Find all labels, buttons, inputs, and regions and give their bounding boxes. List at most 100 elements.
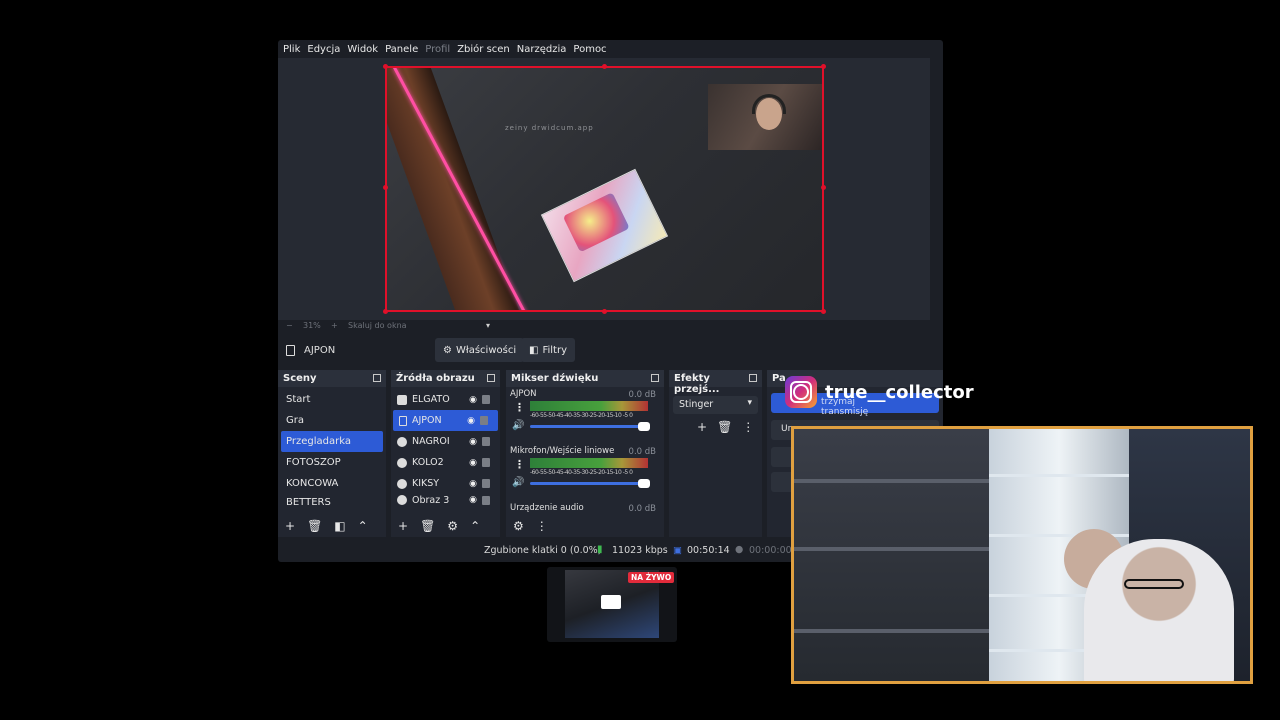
resize-handle[interactable]: [602, 64, 607, 69]
source-item[interactable]: NAGROI ◉: [391, 431, 500, 452]
stream-thumbnail[interactable]: NA ŻYWO: [547, 567, 677, 642]
mixer-title: Mikser dźwięku: [506, 370, 664, 387]
instagram-handle: true__collector: [825, 381, 974, 403]
lock-icon[interactable]: [482, 458, 490, 467]
filters-button[interactable]: ◧ Filtry: [521, 338, 575, 362]
source-item[interactable]: Obraz 3 ◉: [391, 494, 500, 506]
source-label: ELGATO: [412, 394, 450, 405]
properties-button[interactable]: ⚙ Właściwości: [435, 338, 525, 362]
trash-icon[interactable]: 🗑: [420, 519, 435, 533]
chevron-up-icon[interactable]: ⌃: [358, 519, 368, 533]
source-label: Obraz 3: [412, 494, 450, 506]
resize-handle[interactable]: [383, 309, 388, 314]
eye-icon[interactable]: ◉: [469, 458, 477, 468]
source-label: KOLO2: [412, 457, 444, 468]
chevron-up-icon[interactable]: ⌃: [470, 519, 480, 533]
source-label: KIKSY: [412, 478, 440, 489]
scene-item[interactable]: BETTERS: [278, 494, 386, 506]
mixer-dock: Mikser dźwięku AJPON 0.0 dB ⋮ -60-55-50-…: [506, 370, 664, 537]
filter-icon[interactable]: ◧: [334, 519, 345, 533]
sources-title-label: Źródła obrazu: [396, 373, 475, 384]
lock-icon[interactable]: [482, 479, 490, 488]
source-item[interactable]: KIKSY ◉: [391, 473, 500, 494]
eye-icon[interactable]: ◉: [469, 495, 477, 505]
menu-view[interactable]: Widok: [347, 44, 378, 55]
speaker-icon[interactable]: 🔊: [512, 477, 524, 488]
advanced-audio-icon[interactable]: ⚙: [513, 519, 524, 533]
resize-handle[interactable]: [821, 309, 826, 314]
scene-item-selected[interactable]: Przegladarka: [281, 431, 383, 452]
scene-item[interactable]: Start: [278, 389, 386, 410]
controls-title-label: Pa: [772, 373, 786, 384]
undock-icon[interactable]: [487, 374, 495, 382]
meter-ticks: -60-55-50-45-40-35-30-25-20-15-10 -5 0: [530, 412, 633, 419]
add-icon[interactable]: +: [697, 420, 707, 434]
lock-icon[interactable]: [480, 416, 488, 425]
volume-slider[interactable]: [530, 422, 650, 431]
kebab-menu-icon[interactable]: ⋮: [742, 420, 754, 434]
trash-icon[interactable]: 🗑: [307, 519, 322, 533]
speaker-icon[interactable]: 🔊: [512, 420, 524, 431]
source-item-selected[interactable]: AJPON ◉: [393, 410, 498, 431]
scale-mode-select[interactable]: Skaluj do okna: [348, 321, 407, 330]
resize-handle[interactable]: [602, 309, 607, 314]
trash-icon[interactable]: 🗑: [717, 420, 732, 434]
scenes-title: Sceny: [278, 370, 386, 387]
eye-icon[interactable]: ◉: [469, 395, 477, 405]
menu-docks[interactable]: Panele: [385, 44, 418, 55]
source-item[interactable]: ELGATO ◉: [391, 389, 500, 410]
source-item[interactable]: KOLO2 ◉: [391, 452, 500, 473]
live-badge: NA ŻYWO: [628, 572, 675, 583]
undock-icon[interactable]: [373, 374, 381, 382]
lock-icon[interactable]: [482, 437, 490, 446]
add-icon[interactable]: +: [285, 519, 295, 533]
channel-db: 0.0 dB: [628, 390, 656, 400]
resize-handle[interactable]: [383, 185, 388, 190]
scene-item[interactable]: Gra: [278, 410, 386, 431]
menu-file[interactable]: Plik: [283, 44, 300, 55]
resize-handle[interactable]: [821, 185, 826, 190]
media-icon: [397, 478, 407, 489]
add-icon[interactable]: +: [398, 519, 408, 533]
gear-icon: ⚙: [443, 344, 452, 356]
lock-icon[interactable]: [482, 395, 490, 404]
kebab-menu-icon[interactable]: ⋮: [514, 458, 525, 471]
menu-help[interactable]: Pomoc: [573, 44, 606, 55]
chevron-down-icon[interactable]: ▾: [486, 321, 490, 330]
meter-ticks: -60-55-50-45-40-35-30-25-20-15-10 -5 0: [530, 469, 633, 476]
scene-item[interactable]: KONCOWA: [278, 473, 386, 494]
volume-slider[interactable]: [530, 479, 650, 488]
gear-icon[interactable]: ⚙: [447, 519, 458, 533]
zoom-out-button[interactable]: −: [286, 321, 293, 330]
transitions-dock: Efekty przejś... Stinger ▾ + 🗑 ⋮: [669, 370, 762, 537]
menu-tools[interactable]: Narzędzia: [517, 44, 567, 55]
menu-edit[interactable]: Edycja: [307, 44, 340, 55]
scene-item[interactable]: FOTOSZOP: [278, 452, 386, 473]
live-icon: ▣: [673, 545, 682, 556]
menu-scene-collection[interactable]: Zbiór scen: [457, 44, 510, 55]
camera-inset: [708, 84, 822, 150]
resize-handle[interactable]: [383, 64, 388, 69]
preview-area[interactable]: zeiny drwidcum.app: [278, 58, 930, 320]
undock-icon[interactable]: [651, 374, 659, 382]
kebab-menu-icon[interactable]: ⋮: [514, 401, 525, 414]
preview-canvas[interactable]: zeiny drwidcum.app: [385, 66, 824, 312]
source-label: NAGROI: [412, 436, 450, 447]
source-toolbar: AJPON ⚙ Właściwości ◧ Filtry: [278, 338, 943, 366]
undock-icon[interactable]: [749, 374, 757, 382]
kebab-menu-icon[interactable]: ⋮: [536, 519, 548, 533]
transitions-title-label: Efekty przejś...: [674, 373, 720, 395]
file-icon: [286, 345, 295, 356]
media-icon: [397, 495, 407, 505]
menu-bar: Plik Edycja Widok Panele Profil Zbiór sc…: [278, 40, 943, 58]
menu-profile[interactable]: Profil: [425, 44, 450, 55]
scenes-footer: + 🗑 ◧ ⌃: [278, 515, 386, 537]
zoom-in-button[interactable]: +: [331, 321, 338, 330]
scenes-dock: Sceny Start Gra Przegladarka FOTOSZOP KO…: [278, 370, 386, 537]
eye-icon[interactable]: ◉: [467, 416, 475, 426]
transition-select[interactable]: Stinger ▾: [673, 396, 758, 414]
eye-icon[interactable]: ◉: [469, 437, 477, 447]
eye-icon[interactable]: ◉: [469, 479, 477, 489]
lock-icon[interactable]: [482, 495, 490, 505]
resize-handle[interactable]: [821, 64, 826, 69]
